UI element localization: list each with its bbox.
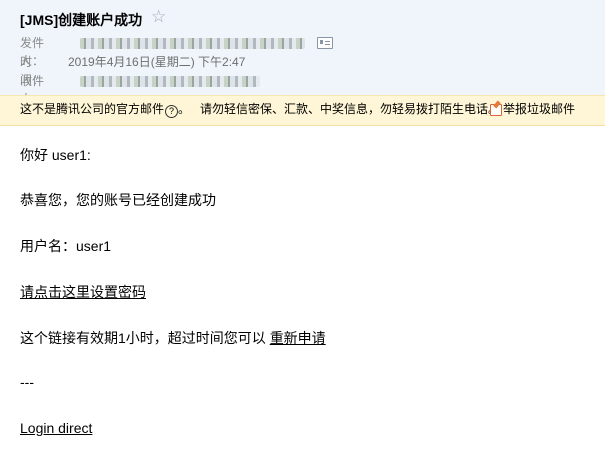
set-password-row: 请点击这里设置密码 — [20, 282, 146, 302]
greeting: 你好 user1: — [20, 147, 91, 163]
report-spam-link[interactable]: 举报垃圾邮件 — [490, 96, 575, 123]
separator: --- — [20, 374, 34, 390]
email-header: [JMS]创建账户成功 ☆ 发件人： 时 间： 2019年4月16日(星期二) … — [0, 0, 605, 106]
login-row: Login direct — [20, 420, 92, 436]
warning-text: 这不是腾讯公司的官方邮件 — [20, 102, 165, 116]
time-row: 时 间： 2019年4月16日(星期二) 下午2:47 — [20, 53, 340, 87]
reapply-link[interactable]: 重新申请 — [270, 330, 326, 346]
contact-card-icon[interactable] — [317, 37, 333, 49]
expiry-text: 这个链接有效期1小时，超过时间您可以 — [20, 330, 266, 346]
warning-tip: 请勿轻信密保、汇款、中奖信息，勿轻易拨打陌生电话。 — [200, 102, 501, 116]
star-icon[interactable]: ☆ — [151, 8, 166, 26]
recipient-row: 收件人： — [20, 72, 340, 106]
help-icon[interactable]: ? — [165, 105, 179, 118]
report-icon[interactable] — [490, 104, 502, 116]
username-text: 用户名：user1 — [20, 238, 112, 254]
sender-row: 发件人： — [20, 34, 340, 68]
recipient-redacted[interactable] — [80, 76, 260, 87]
phishing-warning-bar: 这不是腾讯公司的官方邮件?。 请勿轻信密保、汇款、中奖信息，勿轻易拨打陌生电话。… — [0, 95, 605, 126]
sender-redacted[interactable] — [80, 38, 305, 49]
congrats-text: 恭喜您，您的账号已经创建成功 — [20, 192, 216, 208]
login-direct-link[interactable]: Login direct — [20, 420, 92, 436]
time-value: 2019年4月16日(星期二) 下午2:47 — [68, 55, 246, 69]
warning-text-group: 这不是腾讯公司的官方邮件?。 — [20, 102, 191, 118]
expiry-row: 这个链接有效期1小时，超过时间您可以 重新申请 — [20, 328, 326, 348]
set-password-link[interactable]: 请点击这里设置密码 — [20, 284, 146, 300]
report-label[interactable]: 举报垃圾邮件 — [503, 102, 575, 116]
email-subject: [JMS]创建账户成功 — [20, 12, 143, 28]
